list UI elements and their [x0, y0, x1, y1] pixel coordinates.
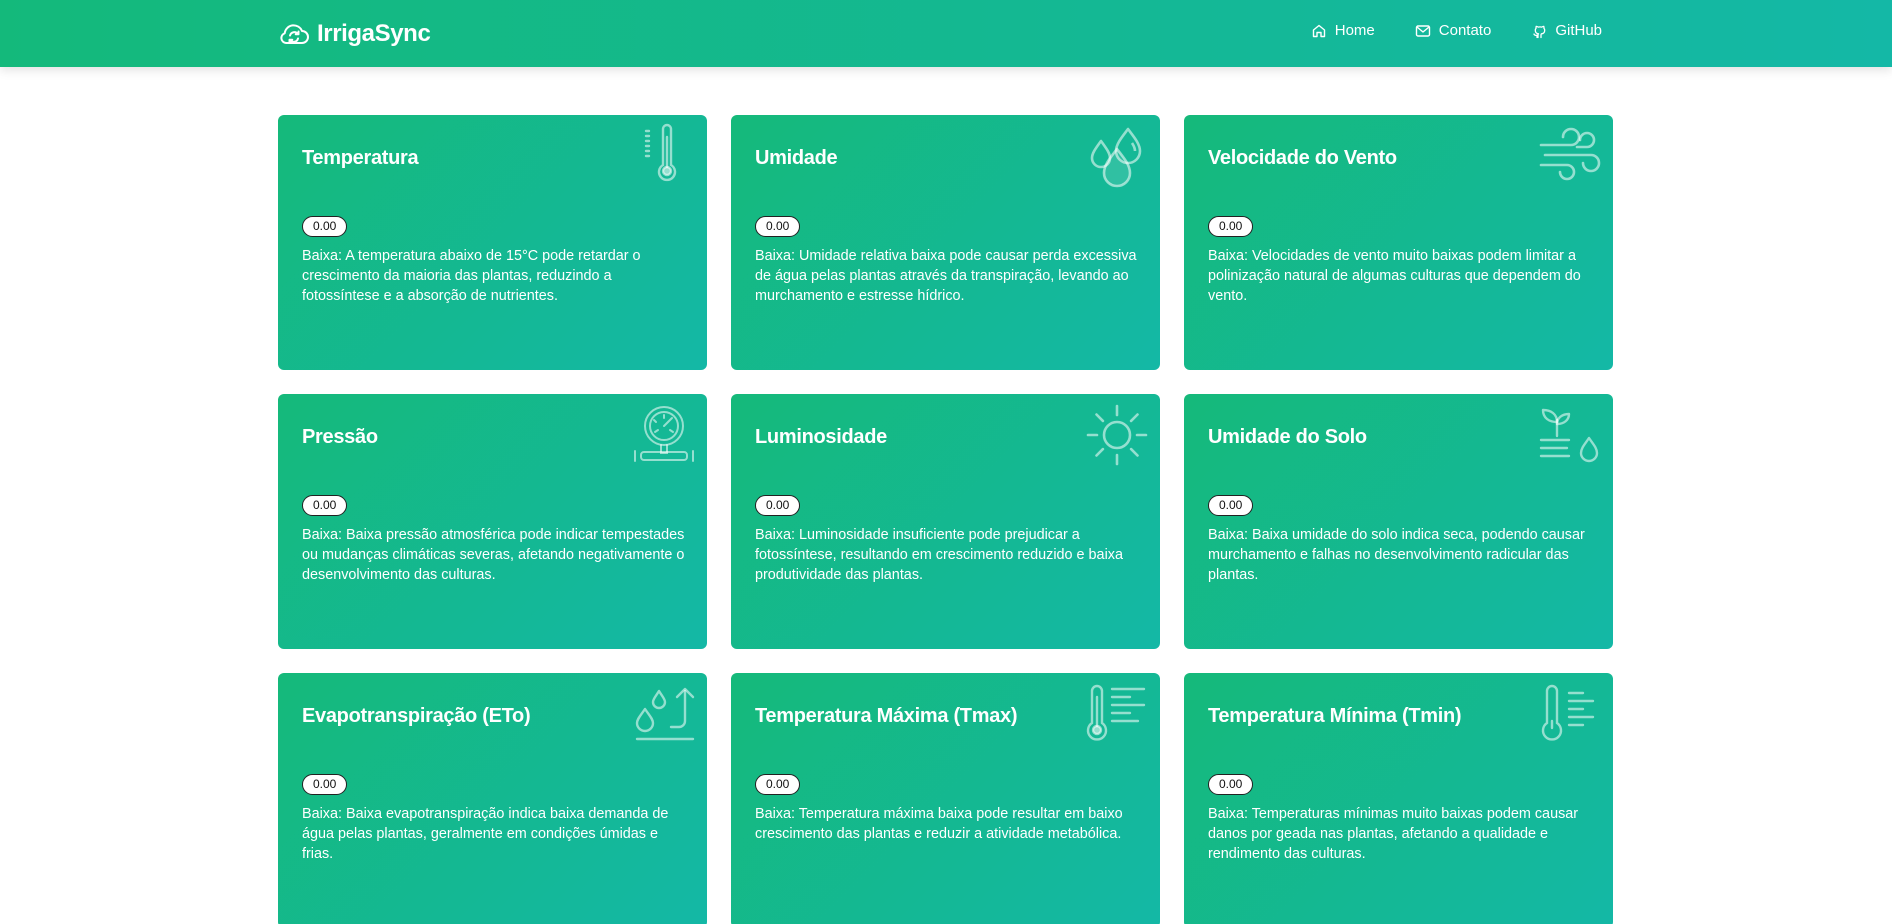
card-umidade-do-solo: Umidade do Solo 0.00 Baixa: Baixa umidad… [1184, 394, 1613, 649]
card-title: Temperatura [302, 147, 419, 169]
card-title: Velocidade do Vento [1208, 147, 1397, 169]
thermometer-low-icon [1537, 681, 1603, 747]
card-pressao: Pressão 0.00 Baixa: Baixa pressão atmosf… [278, 394, 707, 649]
wind-icon [1537, 123, 1603, 189]
nav-contato[interactable]: Contato [1415, 22, 1492, 39]
home-icon [1311, 23, 1327, 39]
card-description: Baixa: Baixa evapotranspiração indica ba… [302, 806, 669, 862]
thermometer-high-icon [1084, 681, 1150, 747]
card-description: Baixa: A temperatura abaixo de 15°C pode… [302, 248, 641, 304]
card-description: Baixa: Temperaturas mínimas muito baixas… [1208, 806, 1579, 862]
card-luminosidade: Luminosidade 0.00 Baixa: Luminosidade in… [731, 394, 1160, 649]
brand-name: IrrigaSync [317, 20, 431, 47]
card-title: Temperatura Mínima (Tmin) [1208, 705, 1462, 727]
card-title: Umidade do Solo [1208, 426, 1367, 448]
card-description: Baixa: Temperatura máxima baixa pode res… [755, 806, 1123, 842]
thermometer-icon [631, 123, 697, 189]
value-badge: 0.00 [302, 495, 348, 516]
value-badge: 0.00 [755, 495, 801, 516]
value-badge: 0.00 [755, 216, 801, 237]
evaporation-icon [631, 681, 697, 747]
sun-icon [1084, 402, 1150, 468]
card-temperatura-minima: Temperatura Mínima (Tmin) 0.00 Baixa: Te… [1184, 673, 1613, 924]
top-navbar: IrrigaSync Home Contato GitHub [0, 0, 1892, 67]
sensor-grid: Temperatura 0.00 Baixa: A temperatura ab… [278, 115, 1613, 924]
value-badge: 0.00 [302, 216, 348, 237]
nav-github-label: GitHub [1555, 22, 1602, 39]
value-badge: 0.00 [755, 774, 801, 795]
card-umidade: Umidade 0.00 Baixa: Umidade relativa bai… [731, 115, 1160, 370]
card-title: Luminosidade [755, 426, 887, 448]
value-badge: 0.00 [1208, 495, 1254, 516]
sprout-drop-icon [1537, 402, 1603, 468]
nav-contato-label: Contato [1438, 22, 1492, 39]
card-temperatura-maxima: Temperatura Máxima (Tmax) 0.00 Baixa: Te… [731, 673, 1160, 924]
card-title: Temperatura Máxima (Tmax) [755, 705, 1018, 727]
nav-home-label: Home [1334, 22, 1375, 39]
card-description: Baixa: Baixa umidade do solo indica seca… [1208, 527, 1585, 583]
value-badge: 0.00 [302, 774, 348, 795]
card-description: Baixa: Umidade relativa baixa pode causa… [755, 248, 1137, 304]
card-title: Umidade [755, 147, 838, 169]
card-description: Baixa: Velocidades de vento muito baixas… [1208, 248, 1581, 304]
card-title: Pressão [302, 426, 378, 448]
nav-github[interactable]: GitHub [1531, 22, 1602, 39]
nav-home[interactable]: Home [1311, 22, 1375, 39]
card-velocidade-do-vento: Velocidade do Vento 0.00 Baixa: Velocida… [1184, 115, 1613, 370]
pressure-gauge-icon [631, 402, 697, 468]
value-badge: 0.00 [1208, 774, 1254, 795]
card-temperatura: Temperatura 0.00 Baixa: A temperatura ab… [278, 115, 707, 370]
droplets-icon [1084, 123, 1150, 189]
main-nav: Home Contato GitHub [1311, 22, 1602, 39]
mail-icon [1415, 23, 1431, 39]
card-description: Baixa: Baixa pressão atmosférica pode in… [302, 527, 685, 583]
github-icon [1531, 23, 1547, 39]
card-description: Baixa: Luminosidade insuficiente pode pr… [755, 527, 1123, 583]
brand-link[interactable]: IrrigaSync [277, 17, 431, 51]
card-evapotranspiracao: Evapotranspiração (ETo) 0.00 Baixa: Baix… [278, 673, 707, 924]
card-title: Evapotranspiração (ETo) [302, 705, 531, 727]
value-badge: 0.00 [1208, 216, 1254, 237]
cloud-sync-icon [277, 17, 311, 51]
